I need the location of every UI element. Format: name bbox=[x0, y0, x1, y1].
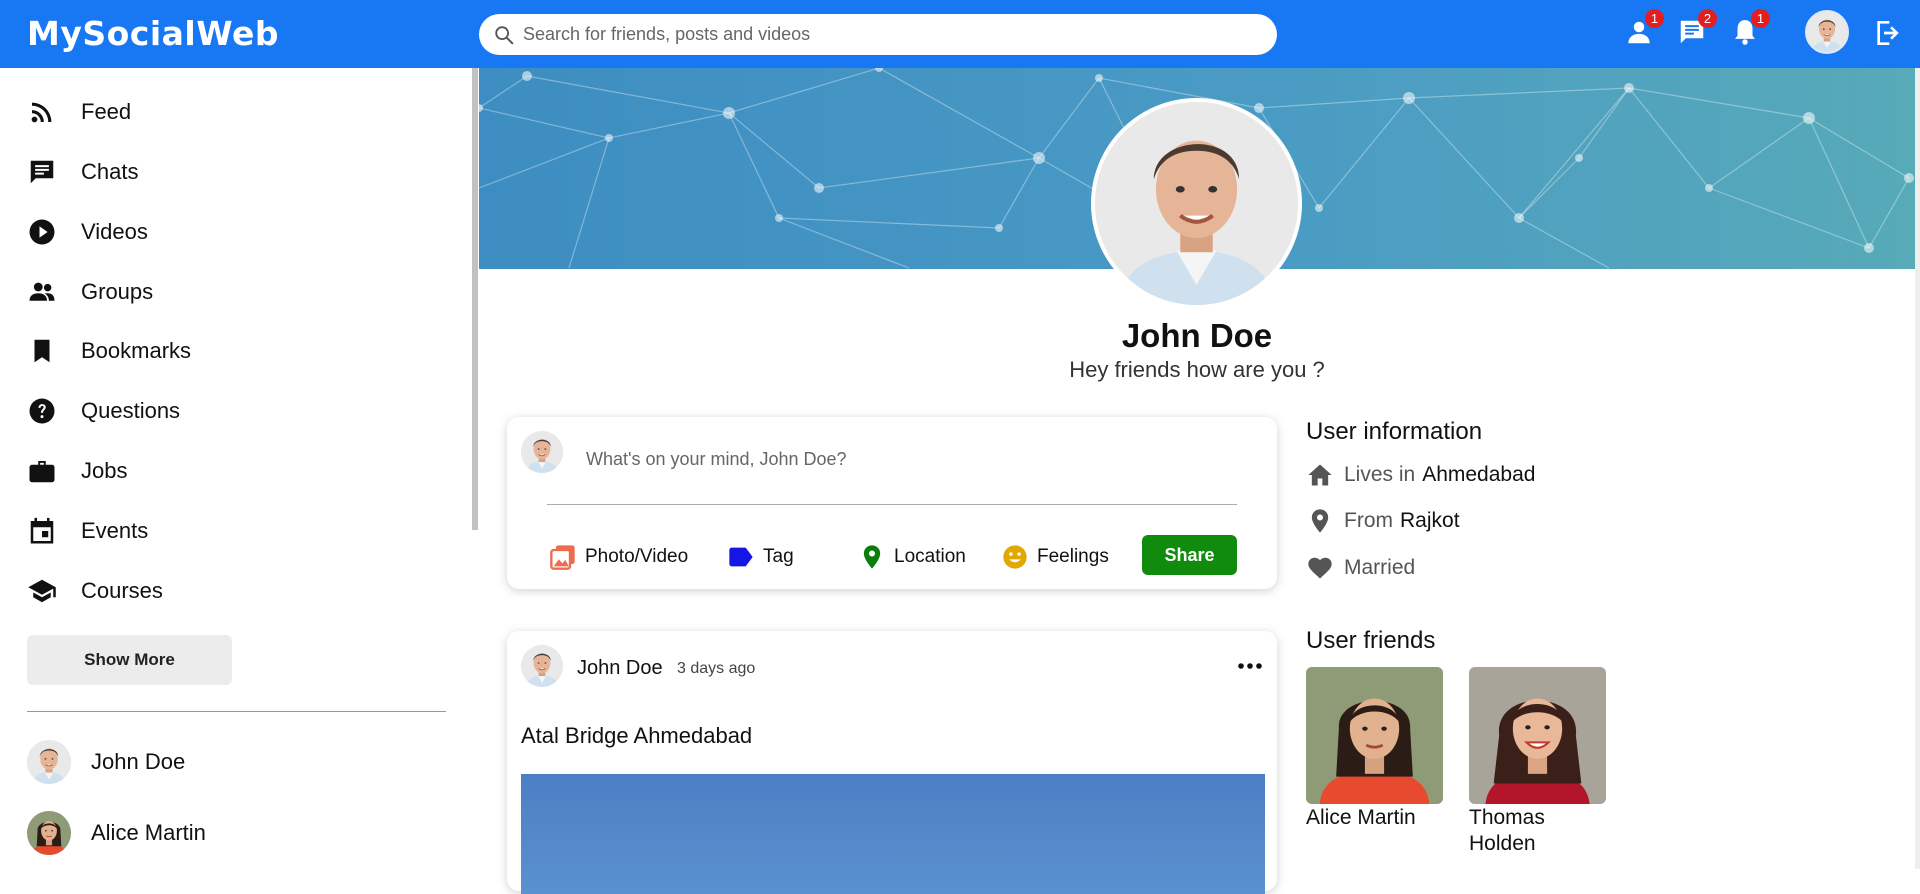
friend-name: Alice Martin bbox=[91, 820, 206, 845]
sidebar-item-feed[interactable]: Feed bbox=[27, 92, 131, 132]
sidebar-item-courses[interactable]: Courses bbox=[27, 571, 163, 611]
post-image[interactable] bbox=[521, 774, 1265, 894]
sidebar-friend-item[interactable]: Alice Martin bbox=[27, 811, 206, 855]
sidebar-item-label: Bookmarks bbox=[81, 338, 192, 363]
user-avatar[interactable] bbox=[1805, 10, 1849, 54]
school-icon bbox=[28, 579, 56, 603]
sidebar-item-bookmarks[interactable]: Bookmarks bbox=[27, 331, 191, 371]
friend-name: Alice Martin bbox=[1306, 806, 1416, 829]
post-author[interactable]: John Doe bbox=[577, 657, 663, 680]
profile-status: Hey friends how are you ? bbox=[1069, 357, 1325, 382]
logout-button[interactable] bbox=[1872, 17, 1906, 51]
heart-icon bbox=[1308, 557, 1332, 579]
tag-icon bbox=[729, 547, 753, 567]
chat-icon bbox=[30, 160, 54, 184]
notifications-button[interactable]: 1 bbox=[1730, 9, 1770, 51]
sidebar-item-label: Courses bbox=[81, 578, 163, 603]
location-pin-icon bbox=[863, 545, 881, 569]
search-icon bbox=[495, 25, 514, 44]
messages-button[interactable]: 2 bbox=[1677, 9, 1717, 51]
calendar-icon bbox=[30, 517, 54, 544]
location-option[interactable]: Location bbox=[858, 541, 966, 573]
friend-name: John Doe bbox=[91, 749, 186, 774]
info-relationship: Married bbox=[1306, 554, 1415, 582]
play-circle-icon bbox=[29, 219, 55, 245]
sidebar-item-label: Feed bbox=[81, 99, 132, 124]
tag-option[interactable]: Tag bbox=[727, 541, 794, 573]
main-scrollbar[interactable] bbox=[1915, 68, 1920, 869]
friend-requests-badge: 1 bbox=[1645, 9, 1664, 28]
sidebar-item-groups[interactable]: Groups bbox=[27, 272, 153, 312]
more-horizontal-icon bbox=[1238, 663, 1262, 669]
composer-divider bbox=[547, 504, 1237, 505]
app-logo[interactable]: MySocialWeb bbox=[27, 14, 279, 53]
friend-photo bbox=[1469, 667, 1606, 804]
avatar bbox=[27, 811, 71, 855]
sidebar-scrollbar[interactable] bbox=[472, 68, 478, 530]
friend-card[interactable]: Thomas Holden bbox=[1469, 667, 1606, 857]
photo-icon bbox=[550, 545, 575, 570]
messages-badge: 2 bbox=[1698, 9, 1717, 28]
briefcase-icon bbox=[29, 461, 55, 483]
sidebar-item-chats[interactable]: Chats bbox=[27, 152, 138, 192]
info-label: From bbox=[1344, 509, 1393, 532]
info-value: Rajkot bbox=[1400, 509, 1460, 532]
option-label: Location bbox=[894, 546, 966, 567]
sidebar-item-label: Jobs bbox=[81, 458, 128, 483]
friend-card[interactable]: Alice Martin bbox=[1306, 667, 1443, 831]
info-lives-in: Lives in Ahmedabad bbox=[1306, 461, 1535, 489]
sidebar-item-label: Questions bbox=[81, 398, 181, 423]
rss-icon bbox=[31, 102, 52, 123]
bookmark-icon bbox=[34, 339, 50, 363]
avatar bbox=[521, 431, 563, 473]
profile-picture[interactable] bbox=[1091, 98, 1302, 309]
post-timestamp: 3 days ago bbox=[677, 660, 756, 677]
info-label: Married bbox=[1344, 556, 1416, 579]
sidebar-item-label: Videos bbox=[81, 219, 148, 244]
help-circle-icon bbox=[29, 398, 55, 424]
left-sidebar: Feed Chats Videos Groups Bookmarks Quest… bbox=[0, 68, 478, 869]
sidebar-item-events[interactable]: Events bbox=[27, 511, 148, 551]
share-button[interactable]: Share bbox=[1142, 535, 1237, 575]
search-bar[interactable] bbox=[479, 14, 1277, 55]
home-icon bbox=[1308, 464, 1332, 486]
friend-photo bbox=[1306, 667, 1443, 804]
sidebar-friend-item[interactable]: John Doe bbox=[27, 740, 185, 784]
sidebar-item-questions[interactable]: Questions bbox=[27, 391, 180, 431]
post-options-button[interactable] bbox=[1235, 651, 1265, 681]
option-label: Photo/Video bbox=[585, 546, 689, 567]
sidebar-item-jobs[interactable]: Jobs bbox=[27, 451, 127, 491]
post-text: Atal Bridge Ahmedabad bbox=[521, 723, 753, 748]
notifications-badge: 1 bbox=[1751, 9, 1770, 28]
sidebar-item-videos[interactable]: Videos bbox=[27, 212, 148, 252]
feelings-option[interactable]: Feelings bbox=[1001, 541, 1109, 573]
info-label: Lives in bbox=[1344, 463, 1416, 486]
sidebar-divider bbox=[27, 711, 446, 712]
search-input[interactable] bbox=[523, 24, 1223, 45]
smiley-icon bbox=[1003, 545, 1027, 569]
photo-video-option[interactable]: Photo/Video bbox=[549, 541, 688, 573]
friend-requests-button[interactable]: 1 bbox=[1624, 9, 1664, 51]
user-information-title: User information bbox=[1306, 418, 1483, 445]
friend-name: Thomas Holden bbox=[1469, 806, 1545, 855]
sidebar-item-label: Groups bbox=[81, 279, 154, 304]
option-label: Feelings bbox=[1037, 546, 1109, 567]
info-value: Ahmedabad bbox=[1422, 463, 1536, 486]
option-label: Tag bbox=[763, 546, 794, 567]
top-navigation-bar: MySocialWeb 1 2 1 bbox=[0, 0, 1920, 68]
show-more-button[interactable]: Show More bbox=[27, 635, 232, 685]
avatar[interactable] bbox=[521, 645, 563, 687]
logout-icon bbox=[1877, 21, 1899, 45]
post-input[interactable] bbox=[586, 441, 1246, 477]
location-pin-icon bbox=[1311, 509, 1329, 533]
avatar bbox=[27, 740, 71, 784]
post-card: John Doe 3 days ago Atal Bridge Ahmedaba… bbox=[507, 631, 1277, 894]
info-from: From Rajkot bbox=[1306, 507, 1460, 535]
profile-name: John Doe bbox=[1121, 317, 1273, 354]
user-friends-title: User friends bbox=[1306, 627, 1436, 654]
sidebar-item-label: Events bbox=[81, 518, 149, 543]
post-composer: Photo/Video Tag Location Feelings Share bbox=[507, 417, 1277, 589]
groups-icon bbox=[29, 282, 55, 301]
sidebar-item-label: Chats bbox=[81, 159, 139, 184]
